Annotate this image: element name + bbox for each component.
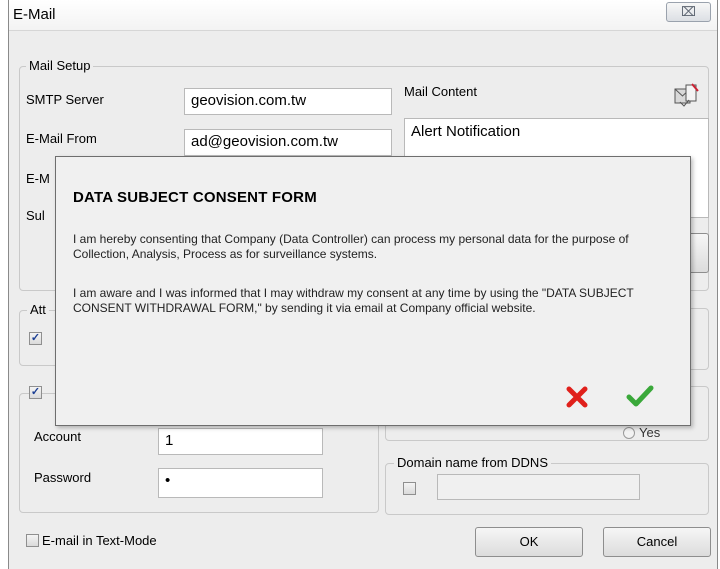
red-x-icon: [566, 386, 588, 408]
mail-setup-legend: Mail Setup: [26, 58, 94, 73]
email-from-label: E-Mail From: [26, 131, 97, 146]
green-check-icon: [626, 385, 654, 407]
cancel-button[interactable]: Cancel: [603, 527, 711, 557]
email-to-label: E-M: [26, 171, 50, 186]
attach-legend: Att: [27, 302, 49, 317]
mail-content-icon[interactable]: [672, 80, 700, 108]
ddns-yes-radio[interactable]: [623, 427, 635, 439]
text-mode-checkbox[interactable]: [26, 534, 39, 547]
close-button[interactable]: ⌧: [666, 2, 711, 22]
ddns-input[interactable]: [437, 474, 640, 500]
decline-button[interactable]: [565, 385, 589, 409]
consent-title: DATA SUBJECT CONSENT FORM: [73, 189, 317, 206]
ok-button[interactable]: OK: [475, 527, 583, 557]
password-label: Password: [34, 470, 92, 485]
title-bar: E-Mail ⌧: [9, 0, 717, 31]
window-title: E-Mail: [13, 6, 56, 23]
consent-paragraph-1: I am hereby consenting that Company (Dat…: [73, 232, 629, 261]
accept-button[interactable]: [625, 383, 655, 409]
smtp-server-input[interactable]: geovision.com.tw: [184, 88, 392, 115]
account-input[interactable]: 1: [158, 428, 323, 455]
close-icon: ⌧: [681, 4, 696, 19]
account-label: Account: [34, 429, 81, 444]
authentication-checkbox[interactable]: ✓: [29, 386, 42, 399]
mail-content-label: Mail Content: [404, 84, 477, 99]
ddns-yes-label: Yes: [639, 425, 661, 440]
smtp-server-label: SMTP Server: [26, 92, 104, 107]
text-mode-label: E-mail in Text-Mode: [42, 533, 157, 548]
consent-dialog: DATA SUBJECT CONSENT FORM I am hereby co…: [55, 156, 691, 426]
password-input[interactable]: •: [158, 468, 323, 498]
consent-paragraph-2: I am aware and I was informed that I may…: [73, 286, 634, 315]
ddns-checkbox[interactable]: [403, 482, 416, 495]
email-from-input[interactable]: ad@geovision.com.tw: [184, 129, 392, 156]
subject-label: Sul: [26, 208, 45, 223]
ddns-legend: Domain name from DDNS: [394, 455, 551, 470]
attach-checkbox[interactable]: ✓: [29, 332, 42, 345]
